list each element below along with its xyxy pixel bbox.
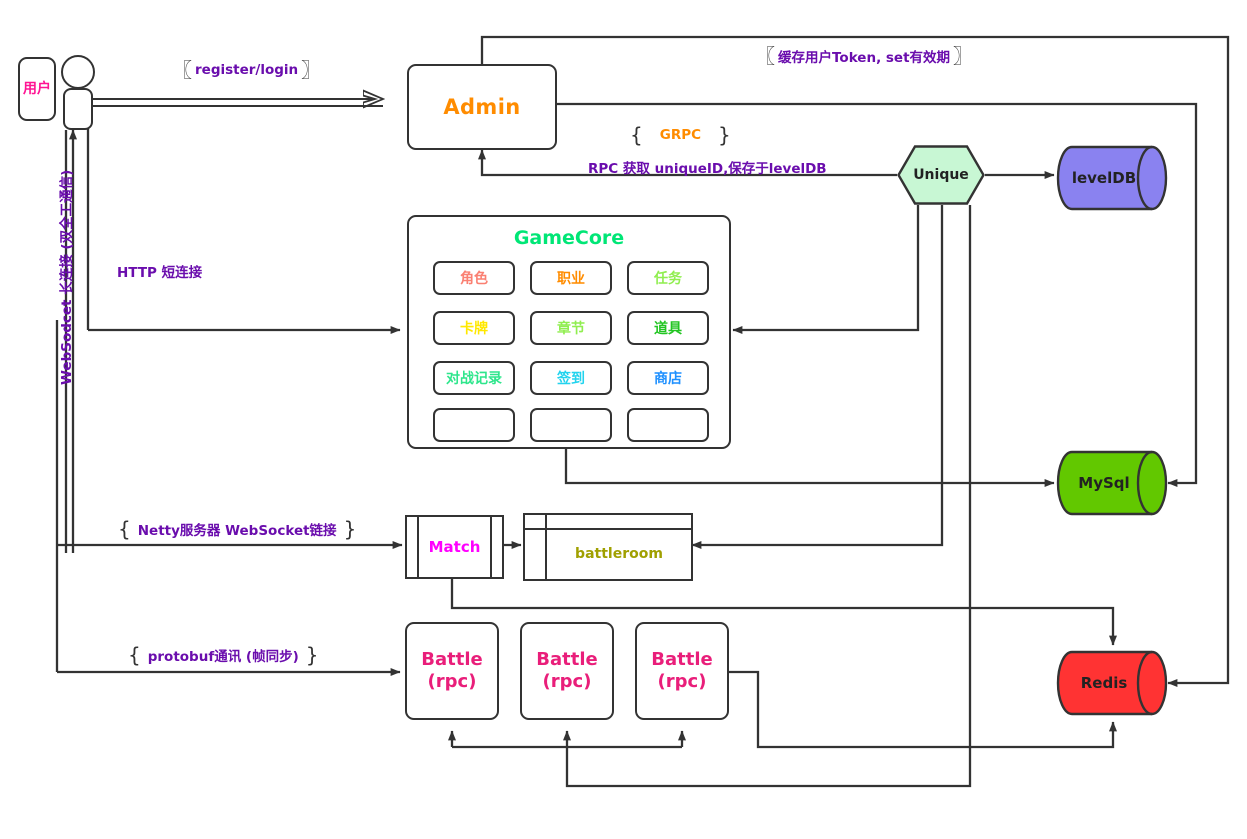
- gamecore-cell-8[interactable]: 商店: [627, 361, 709, 395]
- node-battle-3[interactable]: Battle (rpc): [635, 622, 729, 720]
- gamecore-cell-2-label: 任务: [654, 271, 682, 287]
- match-label: Match: [428, 538, 481, 556]
- edge-label-netty-ws-text: Netty服务器 WebSocket链接: [137, 523, 337, 539]
- node-unique[interactable]: Unique: [897, 145, 985, 205]
- architecture-diagram: 用户 Admin GameCore 角色 职业 任务 卡牌 章节 道具 对战记录…: [0, 0, 1247, 839]
- bracket-right-icon: 〗: [301, 58, 322, 82]
- bracket-right-icon: 〗: [953, 44, 974, 68]
- edge-label-register-login: 〖 register/login 〗: [172, 60, 321, 80]
- gamecore-cell-7-label: 签到: [557, 371, 585, 387]
- edge-label-netty-ws: { Netty服务器 WebSocket链接 }: [118, 519, 356, 539]
- gamecore-cell-1[interactable]: 职业: [530, 261, 612, 295]
- gamecore-cell-8-label: 商店: [654, 371, 682, 387]
- gamecore-cell-3[interactable]: 卡牌: [433, 311, 515, 345]
- gamecore-cell-4[interactable]: 章节: [530, 311, 612, 345]
- unique-label: Unique: [913, 167, 969, 183]
- gamecore-cell-3-label: 卡牌: [460, 321, 488, 337]
- edge-label-cache-token: 〖 缓存用户Token, set有效期 〗: [755, 46, 973, 66]
- battleroom-label: battleroom: [575, 545, 663, 562]
- brace-left-icon: {: [128, 643, 141, 667]
- actor-head-icon: [61, 55, 95, 89]
- node-redis[interactable]: Redis: [1056, 650, 1168, 716]
- gamecore-cell-10[interactable]: [530, 408, 612, 442]
- actor-body-icon: [63, 88, 93, 130]
- user-label: 用户: [23, 80, 51, 97]
- mysql-label: MySql: [1078, 474, 1130, 492]
- gamecore-cell-1-label: 职业: [557, 271, 585, 287]
- gamecore-cell-6[interactable]: 对战记录: [433, 361, 515, 395]
- admin-label: Admin: [443, 95, 521, 119]
- battle-2-sublabel: (rpc): [542, 671, 592, 692]
- brace-right-icon: }: [305, 643, 319, 667]
- gamecore-cell-11[interactable]: [627, 408, 709, 442]
- battle-1-label: Battle: [421, 648, 483, 670]
- node-mysql[interactable]: MySql: [1056, 450, 1168, 516]
- edge-label-protobuf-text: protobuf通讯 (帧同步): [147, 649, 299, 665]
- gamecore-cell-6-label: 对战记录: [446, 371, 502, 387]
- leveldb-label: levelDB: [1071, 169, 1137, 187]
- edge-gamecore-to-mysql: [564, 445, 1055, 487]
- node-admin[interactable]: Admin: [407, 64, 557, 150]
- battle-3-label: Battle: [651, 648, 713, 670]
- edge-label-protobuf: { protobuf通讯 (帧同步) }: [128, 645, 318, 665]
- edge-label-rpc-unique-text: RPC 获取 uniqueID,保存于levelDB: [588, 161, 827, 177]
- edge-label-rpc-unique: RPC 获取 uniqueID,保存于levelDB: [588, 157, 827, 177]
- redis-label: Redis: [1080, 674, 1128, 692]
- edge-label-grpc-text: GRPC: [659, 127, 702, 143]
- brace-right-icon: }: [343, 517, 357, 541]
- gamecore-title: GameCore: [513, 227, 625, 249]
- edge-label-websocket-vertical: WebSodcet 长连接 (双全工通信): [55, 170, 75, 385]
- gamecore-cell-0[interactable]: 角色: [433, 261, 515, 295]
- bracket-left-icon: 〖: [172, 58, 192, 82]
- node-leveldb[interactable]: levelDB: [1056, 145, 1168, 211]
- edge-label-http-short: HTTP 短连接: [117, 261, 202, 281]
- brace-left-icon: {: [630, 123, 643, 147]
- node-gamecore[interactable]: GameCore 角色 职业 任务 卡牌 章节 道具 对战记录 签到 商店: [407, 215, 731, 449]
- edge-unique-to-gamecore: [732, 205, 920, 334]
- node-battle-2[interactable]: Battle (rpc): [520, 622, 614, 720]
- node-battleroom[interactable]: battleroom: [522, 512, 694, 582]
- brace-left-icon: {: [118, 517, 131, 541]
- battle-3-sublabel: (rpc): [657, 671, 707, 692]
- gamecore-cell-7[interactable]: 签到: [530, 361, 612, 395]
- bracket-left-icon: 〖: [755, 44, 775, 68]
- gamecore-cell-4-label: 章节: [557, 321, 585, 337]
- edge-label-register-login-text: register/login: [195, 62, 299, 78]
- edge-label-grpc: { GRPC }: [630, 125, 731, 145]
- battle-2-label: Battle: [536, 648, 598, 670]
- battle-1-sublabel: (rpc): [427, 671, 477, 692]
- gamecore-cell-0-label: 角色: [460, 271, 488, 287]
- gamecore-cell-5-label: 道具: [654, 321, 682, 337]
- gamecore-cell-2[interactable]: 任务: [627, 261, 709, 295]
- edge-label-http-short-text: HTTP 短连接: [117, 265, 203, 281]
- gamecore-cell-9[interactable]: [433, 408, 515, 442]
- node-match[interactable]: Match: [405, 514, 504, 580]
- node-battle-1[interactable]: Battle (rpc): [405, 622, 499, 720]
- brace-right-icon: }: [718, 123, 731, 147]
- edge-label-websocket-vertical-text: WebSodcet 长连接 (双全工通信): [59, 169, 75, 385]
- user-label-box: 用户: [18, 57, 56, 121]
- edge-label-cache-token-text: 缓存用户Token, set有效期: [778, 50, 951, 66]
- edge-user-to-admin: [89, 99, 383, 106]
- gamecore-cell-5[interactable]: 道具: [627, 311, 709, 345]
